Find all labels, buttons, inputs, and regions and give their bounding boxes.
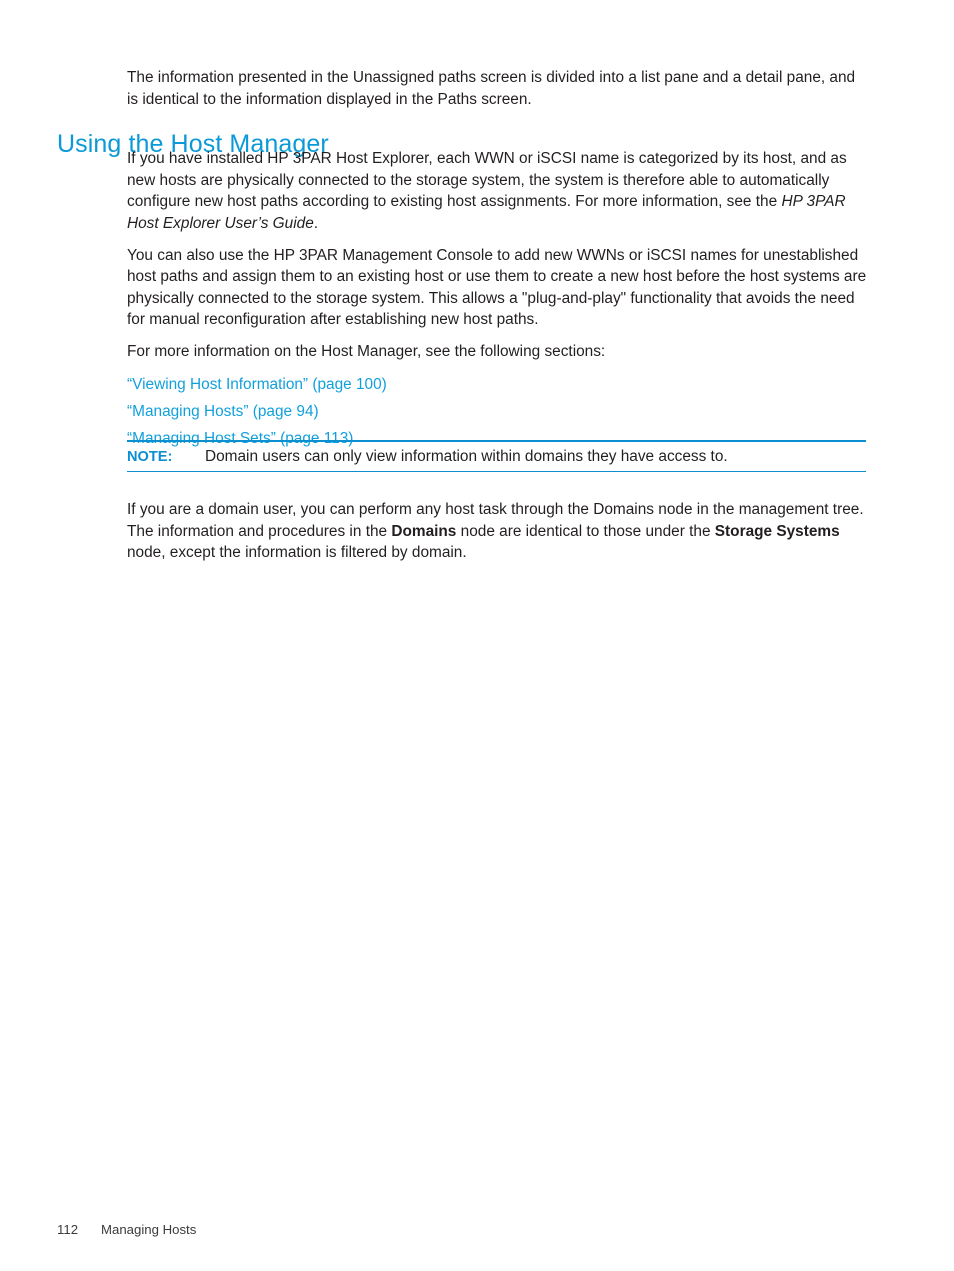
note-admonition: NOTE: Domain users can only view informa…: [127, 440, 866, 473]
footer-chapter-title: Managing Hosts: [101, 1222, 197, 1237]
bold-domains: Domains: [391, 522, 457, 540]
intro-paragraph: The information presented in the Unassig…: [127, 69, 856, 108]
paragraph-domain-user: If you are a domain user, you can perfor…: [127, 499, 867, 564]
link-managing-hosts[interactable]: “Managing Hosts” (page 94): [127, 401, 319, 423]
bold-storage-systems: Storage Systems: [714, 522, 840, 540]
note-label: NOTE:: [127, 448, 173, 465]
page-footer: 112 Managing Hosts: [57, 1221, 897, 1239]
body-content-column: If you have installed HP 3PAR Host Explo…: [127, 148, 867, 449]
document-page: The information presented in the Unassig…: [0, 0, 954, 1271]
note-text: Domain users can only view information w…: [205, 447, 728, 465]
note-bottom-rule: [127, 470, 866, 473]
paragraph-host-explorer-text-after: .: [313, 214, 319, 232]
footer-page-number: 112: [57, 1222, 79, 1237]
note-body: NOTE: Domain users can only view informa…: [127, 442, 866, 471]
paragraph-management-console: You can also use the HP 3PAR Management …: [127, 246, 867, 329]
link-viewing-host-information[interactable]: “Viewing Host Information” (page 100): [127, 374, 387, 396]
closing-segment-2: node are identical to those under the: [456, 522, 715, 540]
paragraph-host-explorer: If you have installed HP 3PAR Host Explo…: [127, 148, 867, 234]
closing-segment-3: node, except the information is filtered…: [127, 544, 467, 562]
paragraph-host-explorer-text-before: If you have installed HP 3PAR Host Explo…: [127, 150, 847, 210]
paragraph-see-sections: For more information on the Host Manager…: [127, 343, 606, 360]
